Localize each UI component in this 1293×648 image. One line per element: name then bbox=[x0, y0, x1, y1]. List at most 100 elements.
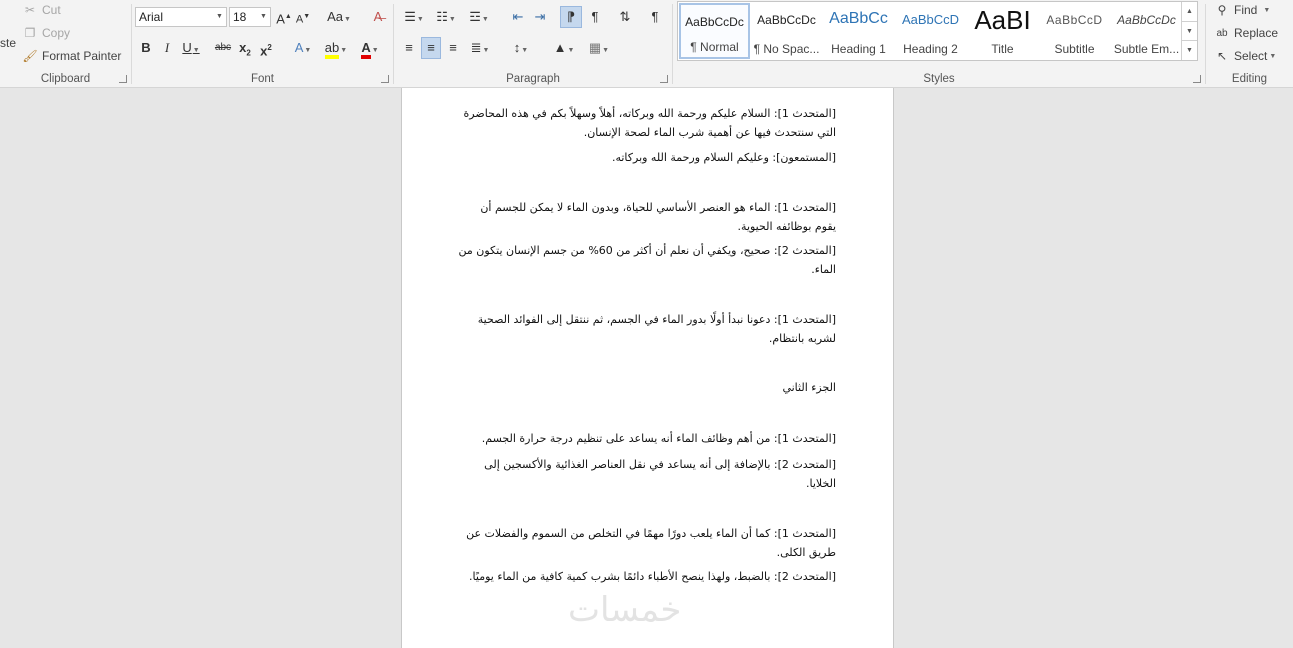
sort-button[interactable]: ⇅ bbox=[614, 7, 636, 27]
style-name: Heading 1 bbox=[831, 42, 886, 56]
document-paragraph[interactable]: [المتحدث 2]: صحيح، ويكفي أن نعلم أن أكثر… bbox=[456, 241, 836, 279]
highlight-button[interactable]: ab▼ bbox=[322, 38, 350, 59]
style-no-spacing[interactable]: AaBbCcDc ¶ No Spac... bbox=[751, 3, 822, 59]
decrease-indent-button[interactable]: ⇤ bbox=[508, 7, 528, 27]
editing-group-label: Editing bbox=[1231, 73, 1268, 85]
superscript-button[interactable]: x2 bbox=[258, 38, 274, 58]
style-title[interactable]: AaBI Title bbox=[967, 3, 1038, 59]
document-paragraph[interactable]: [المتحدث 1]: السلام عليكم ورحمة الله وبر… bbox=[456, 104, 836, 142]
cut-label: Cut bbox=[42, 3, 61, 17]
underline-button[interactable]: U▼ bbox=[180, 38, 202, 58]
style-preview: AaBbCcD bbox=[901, 12, 960, 27]
style-heading-2[interactable]: AaBbCcD Heading 2 bbox=[895, 3, 966, 59]
font-size-combo[interactable]: 18 ▼ bbox=[229, 7, 271, 27]
format-painter-button[interactable]: 🖌 Format Painter bbox=[22, 47, 121, 65]
scissors-icon: ✂ bbox=[24, 3, 36, 17]
format-painter-label: Format Painter bbox=[42, 49, 122, 63]
paragraph-group: ☰▼ ☷▼ ☲▼ ⇤ ⇥ ⁋ ¶ ⇅ ¶ ≡ ≡ ≡ ≣▼ ↕▼ ▲▼ ▦▼ P… bbox=[394, 0, 672, 88]
document-paragraph[interactable]: [المتحدث 2]: بالإضافة إلى أنه يساعد في ن… bbox=[456, 455, 836, 493]
style-heading-1[interactable]: AaBbCc Heading 1 bbox=[823, 3, 894, 59]
style-subtle-emphasis[interactable]: AaBbCcDc Subtle Em... bbox=[1111, 3, 1182, 59]
select-label: Select bbox=[1234, 49, 1268, 63]
document-paragraph[interactable]: [المستمعون]: وعليكم السلام ورحمة الله وب… bbox=[456, 148, 836, 167]
cursor-icon: ↖ bbox=[1216, 49, 1228, 63]
line-spacing-button[interactable]: ↕▼ bbox=[506, 38, 536, 58]
select-button[interactable]: ↖ Select ▼ bbox=[1214, 47, 1276, 65]
find-button[interactable]: ⚲ Find ▼ bbox=[1214, 1, 1271, 19]
gallery-scroll-down[interactable]: ▼ bbox=[1181, 21, 1197, 40]
replace-button[interactable]: ab Replace bbox=[1214, 24, 1278, 42]
style-name: ¶ Normal bbox=[690, 40, 739, 54]
cut-button[interactable]: ✂ Cut bbox=[22, 1, 61, 19]
change-case-button[interactable]: Aa▼ bbox=[324, 7, 354, 27]
paragraph-group-label: Paragraph bbox=[506, 73, 560, 85]
style-preview: AaBI bbox=[974, 5, 1031, 35]
replace-icon: ab bbox=[1216, 27, 1228, 39]
shading-button[interactable]: ▲▼ bbox=[549, 38, 579, 58]
style-preview: AaBbCcD bbox=[1046, 13, 1103, 27]
subscript-button[interactable]: x2 bbox=[237, 38, 253, 58]
chevron-down-icon: ▼ bbox=[260, 13, 267, 20]
italic-button[interactable]: I bbox=[159, 38, 175, 58]
clear-formatting-button[interactable]: A̶ bbox=[368, 7, 388, 27]
style-name: Subtitle bbox=[1054, 42, 1095, 56]
style-preview: AaBbCc bbox=[829, 10, 888, 27]
grow-font-button[interactable]: A▲ bbox=[275, 7, 293, 27]
paste-button[interactable]: ste bbox=[0, 36, 16, 50]
binoculars-icon: ⚲ bbox=[1217, 3, 1227, 17]
justify-button[interactable]: ≣▼ bbox=[465, 38, 495, 58]
gallery-scroll-up[interactable]: ▲ bbox=[1181, 2, 1197, 21]
rtl-direction-button[interactable]: ¶ bbox=[584, 7, 606, 27]
document-page[interactable]: [المتحدث 1]: السلام عليكم ورحمة الله وبر… bbox=[401, 88, 894, 648]
copy-button[interactable]: ❐ Copy bbox=[22, 24, 70, 42]
watermark-logo: خمسات bbox=[568, 590, 682, 630]
style-name: Heading 2 bbox=[903, 42, 958, 56]
multilevel-list-button[interactable]: ☲▼ bbox=[464, 7, 494, 27]
document-paragraph[interactable]: [المتحدث 1]: دعونا نبدأ أولًا بدور الماء… bbox=[456, 310, 836, 348]
paste-button-label: ste bbox=[0, 36, 17, 50]
style-normal[interactable]: AaBbCcDc ¶ Normal bbox=[679, 3, 750, 59]
styles-gallery: AaBbCcDc ¶ Normal AaBbCcDc ¶ No Spac... … bbox=[677, 1, 1198, 61]
document-heading[interactable]: الجزء الثاني bbox=[456, 378, 836, 397]
font-color-button[interactable]: A▼ bbox=[356, 38, 384, 59]
highlighter-icon: ab bbox=[324, 41, 340, 59]
ltr-direction-button[interactable]: ⁋ bbox=[560, 6, 582, 28]
style-preview: AaBbCcDc bbox=[685, 15, 744, 29]
document-paragraph[interactable]: [المتحدث 2]: بالضبط، ولهذا ينصح الأطباء … bbox=[456, 567, 836, 586]
align-right-button[interactable]: ≡ bbox=[443, 38, 463, 58]
styles-group-label: Styles bbox=[923, 73, 955, 85]
paragraph-launcher-icon[interactable] bbox=[660, 75, 668, 83]
increase-indent-button[interactable]: ⇥ bbox=[530, 7, 550, 27]
document-area[interactable]: [المتحدث 1]: السلام عليكم ورحمة الله وبر… bbox=[0, 88, 1293, 648]
strikethrough-button[interactable]: abc bbox=[212, 38, 234, 58]
editing-group: ⚲ Find ▼ ab Replace ↖ Select ▼ Editing bbox=[1206, 0, 1293, 88]
align-left-button[interactable]: ≡ bbox=[399, 38, 419, 58]
style-preview: AaBbCcDc bbox=[757, 13, 816, 27]
bullets-button[interactable]: ☰▼ bbox=[399, 7, 429, 27]
borders-button[interactable]: ▦▼ bbox=[584, 38, 614, 58]
style-name: Title bbox=[991, 42, 1014, 56]
find-label: Find bbox=[1234, 3, 1258, 17]
document-paragraph[interactable]: [المتحدث 1]: من أهم وظائف الماء أنه يساع… bbox=[456, 429, 836, 448]
styles-launcher-icon[interactable] bbox=[1193, 75, 1201, 83]
font-group: Arial ▼ 18 ▼ A▲ A▼ Aa▼ A̶ B I U▼ abc x2 … bbox=[132, 0, 393, 88]
style-name: Subtle Em... bbox=[1113, 42, 1180, 56]
font-size-value: 18 bbox=[233, 10, 247, 24]
align-center-button[interactable]: ≡ bbox=[421, 37, 441, 59]
replace-label: Replace bbox=[1234, 26, 1279, 40]
font-family-combo[interactable]: Arial ▼ bbox=[135, 7, 227, 27]
bold-button[interactable]: B bbox=[138, 38, 154, 58]
text-effects-button[interactable]: A▼ bbox=[290, 38, 316, 58]
document-paragraph[interactable]: [المتحدث 1]: كما أن الماء يلعب دورًا مهم… bbox=[456, 524, 836, 562]
style-preview: AaBbCcDc bbox=[1117, 13, 1176, 27]
copy-label: Copy bbox=[42, 26, 71, 40]
numbering-button[interactable]: ☷▼ bbox=[431, 7, 461, 27]
clipboard-launcher-icon[interactable] bbox=[119, 75, 127, 83]
show-formatting-button[interactable]: ¶ bbox=[644, 7, 666, 27]
copy-icon: ❐ bbox=[24, 26, 36, 40]
gallery-more[interactable]: ▼ bbox=[1181, 40, 1197, 60]
style-subtitle[interactable]: AaBbCcD Subtitle bbox=[1039, 3, 1110, 59]
document-paragraph[interactable]: [المتحدث 1]: الماء هو العنصر الأساسي للح… bbox=[456, 198, 836, 236]
shrink-font-button[interactable]: A▼ bbox=[294, 7, 312, 27]
font-launcher-icon[interactable] bbox=[381, 75, 389, 83]
